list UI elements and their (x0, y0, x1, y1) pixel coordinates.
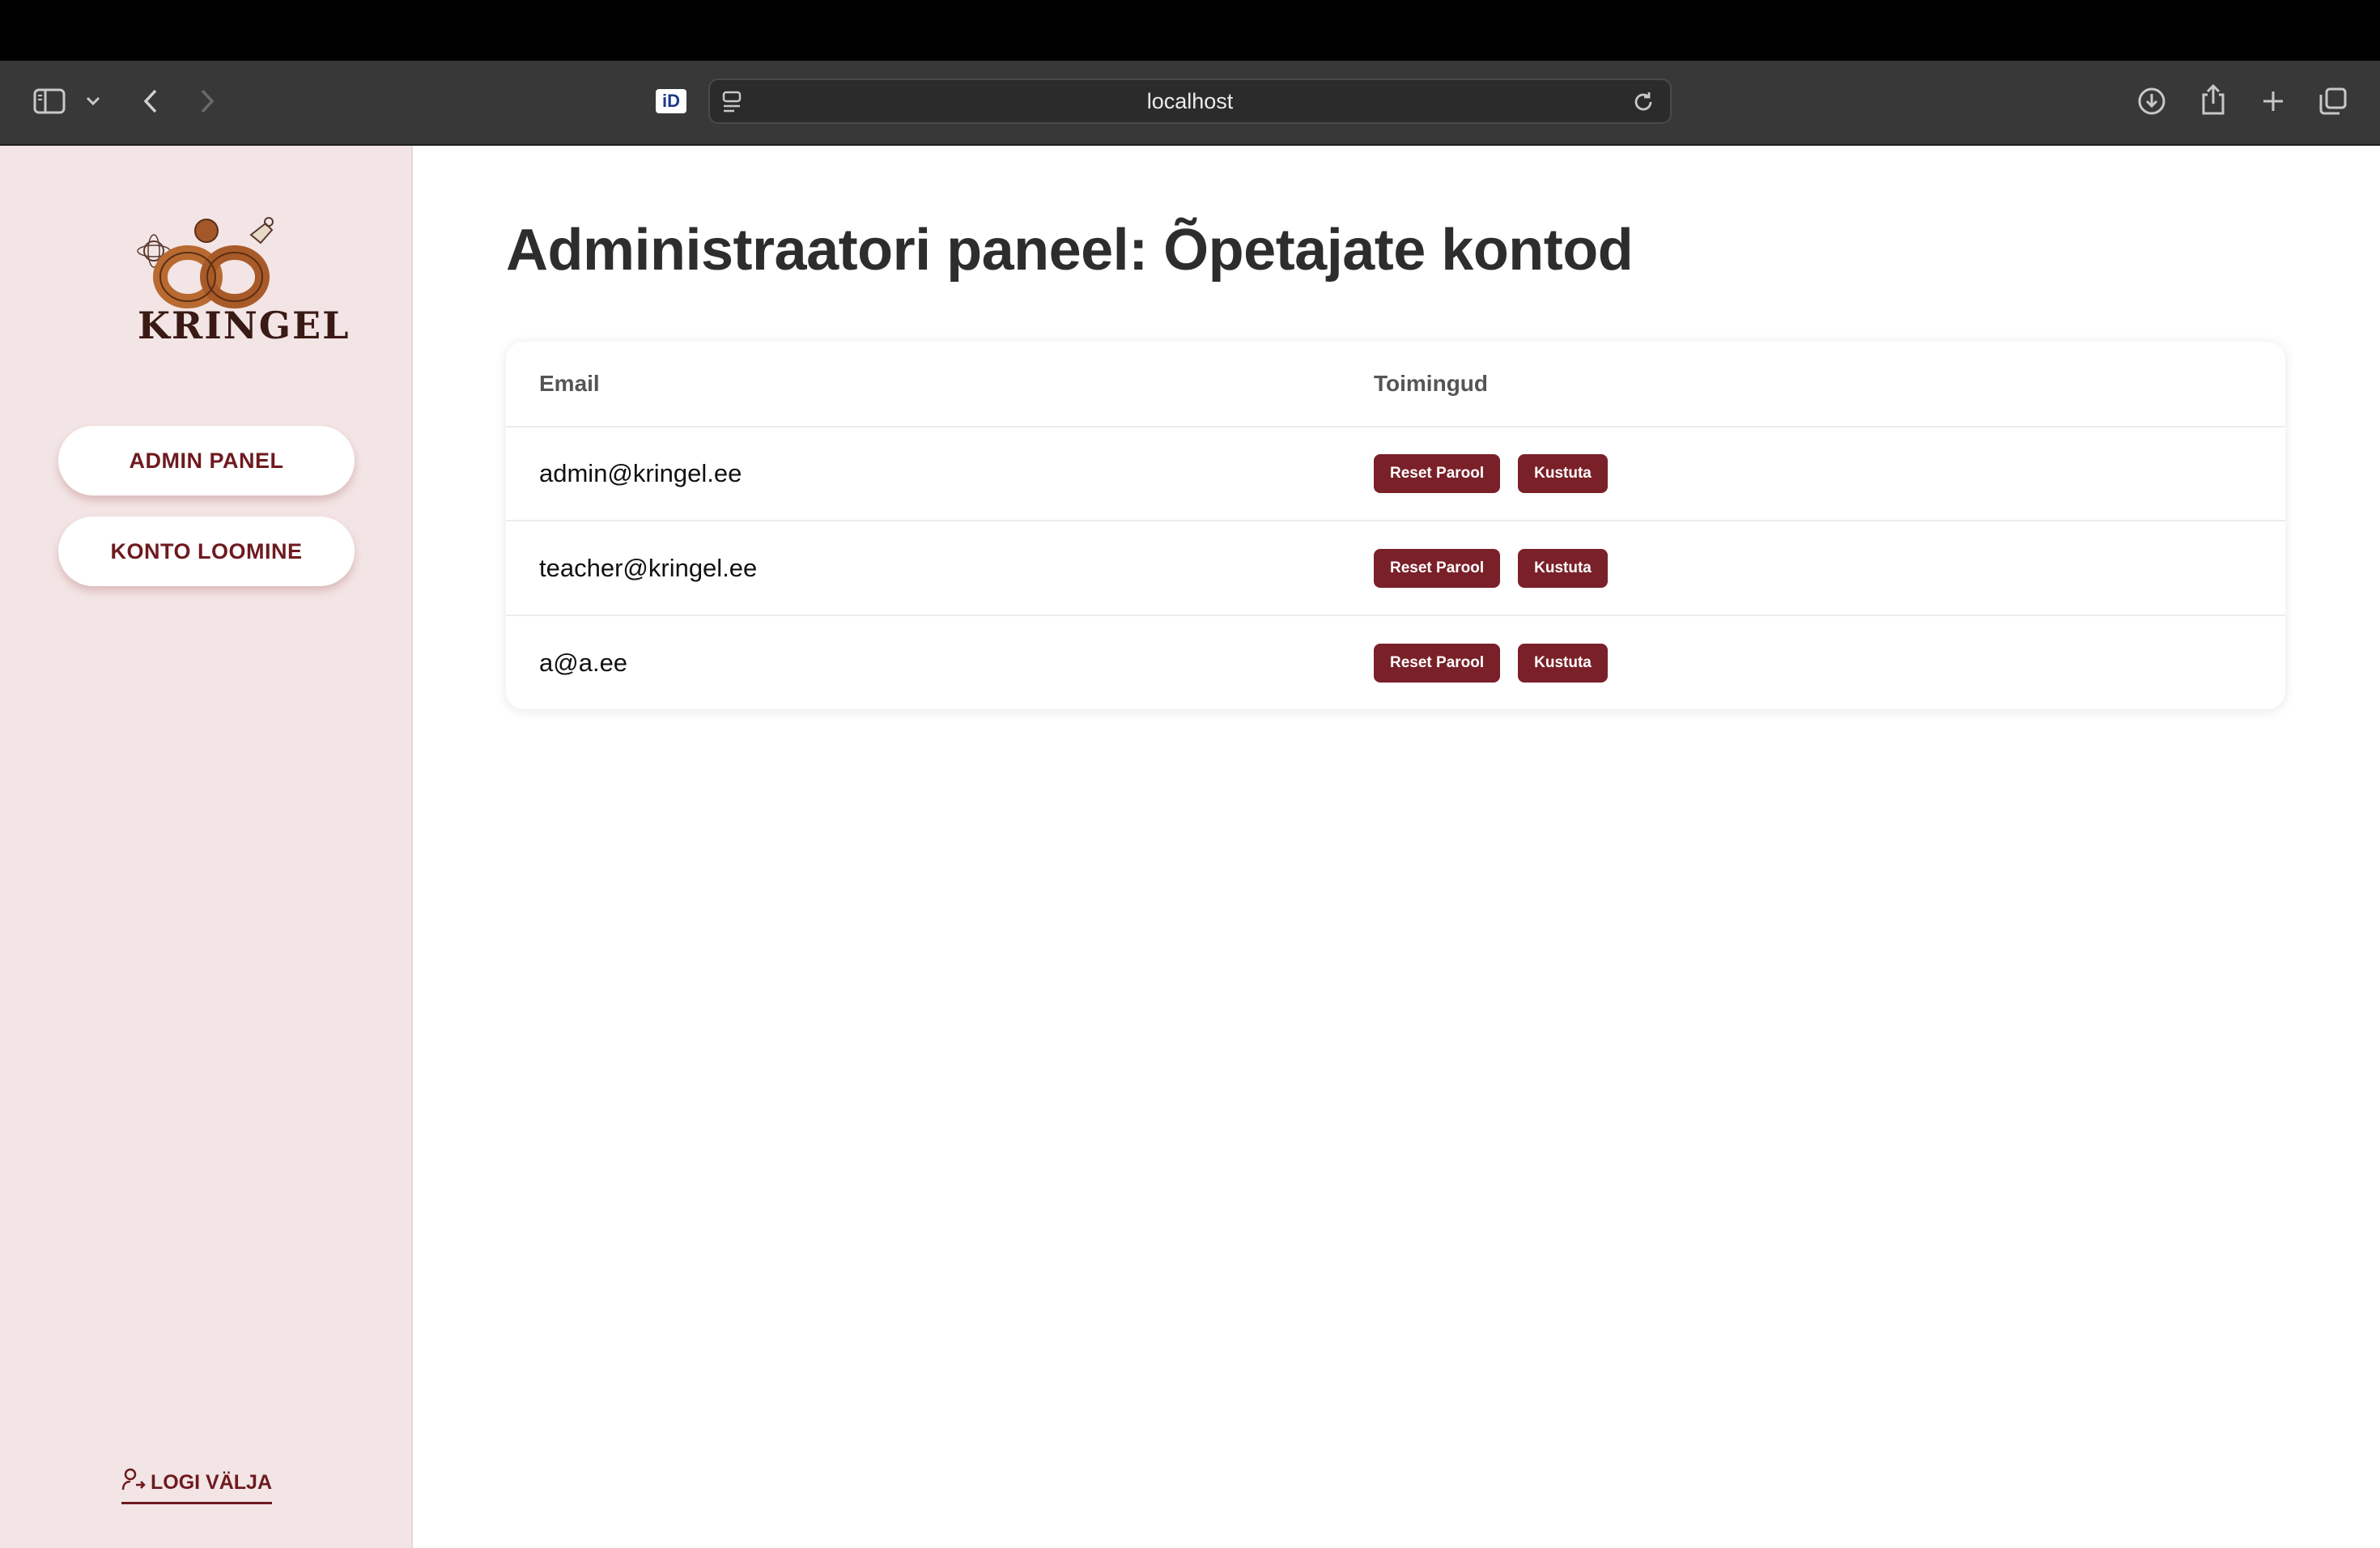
column-header-email: Email (539, 371, 600, 396)
new-tab-icon[interactable] (2257, 85, 2289, 117)
delete-button[interactable]: Kustuta (1518, 548, 1608, 588)
tab-overview-icon[interactable] (2317, 85, 2349, 117)
reset-password-button[interactable]: Reset Parool (1374, 643, 1501, 683)
id-extension-icon[interactable]: iD (656, 89, 686, 113)
accounts-table: Email Toimingud admin@kringel.ee Reset P… (506, 342, 2285, 709)
chevron-down-icon[interactable] (81, 89, 105, 113)
email-cell: admin@kringel.ee (539, 459, 742, 487)
sidebar-toggle-icon[interactable] (31, 85, 68, 117)
main-content: Administraatori paneel: Õpetajate kontod… (413, 146, 2380, 1548)
logout-label: LOGI VÄLJA (151, 1471, 273, 1494)
logo-text: KRINGEL (138, 304, 351, 347)
sidebar: KRINGEL ADMIN PANEL KONTO LOOMINE LOGI V… (0, 146, 413, 1548)
download-icon[interactable] (2136, 85, 2168, 117)
actions-cell: Reset Parool Kustuta (1374, 616, 1608, 709)
actions-cell: Reset Parool Kustuta (1374, 427, 1608, 520)
reset-password-button[interactable]: Reset Parool (1374, 454, 1501, 493)
address-bar[interactable]: localhost (708, 79, 1672, 124)
logout-link[interactable]: LOGI VÄLJA (121, 1467, 273, 1504)
email-cell: teacher@kringel.ee (539, 553, 758, 582)
actions-cell: Reset Parool Kustuta (1374, 521, 1608, 615)
url-text: localhost (1146, 88, 1234, 113)
forward-icon[interactable] (191, 85, 223, 117)
table-row: a@a.ee Reset Parool Kustuta (506, 616, 2285, 709)
top-strip (0, 0, 2380, 61)
table-header-row: Email Toimingud (506, 342, 2285, 427)
browser-toolbar: iD localhost (0, 61, 2380, 146)
table-row: admin@kringel.ee Reset Parool Kustuta (506, 427, 2285, 521)
delete-button[interactable]: Kustuta (1518, 643, 1608, 683)
user-logout-icon (121, 1467, 146, 1499)
page-title: Administraatori paneel: Õpetajate kontod (506, 218, 1634, 283)
app-window: KRINGEL ADMIN PANEL KONTO LOOMINE LOGI V… (0, 146, 2380, 1548)
column-header-actions: Toimingud (1374, 371, 1488, 396)
reload-icon[interactable] (1631, 90, 1655, 118)
share-icon[interactable] (2197, 82, 2229, 117)
table-row: teacher@kringel.ee Reset Parool Kustuta (506, 521, 2285, 616)
back-icon[interactable] (134, 85, 167, 117)
delete-button[interactable]: Kustuta (1518, 454, 1608, 493)
nav-admin-panel-button[interactable]: ADMIN PANEL (58, 426, 355, 495)
nav-create-account-button[interactable]: KONTO LOOMINE (58, 517, 355, 586)
reset-password-button[interactable]: Reset Parool (1374, 548, 1501, 588)
email-cell: a@a.ee (539, 648, 628, 677)
